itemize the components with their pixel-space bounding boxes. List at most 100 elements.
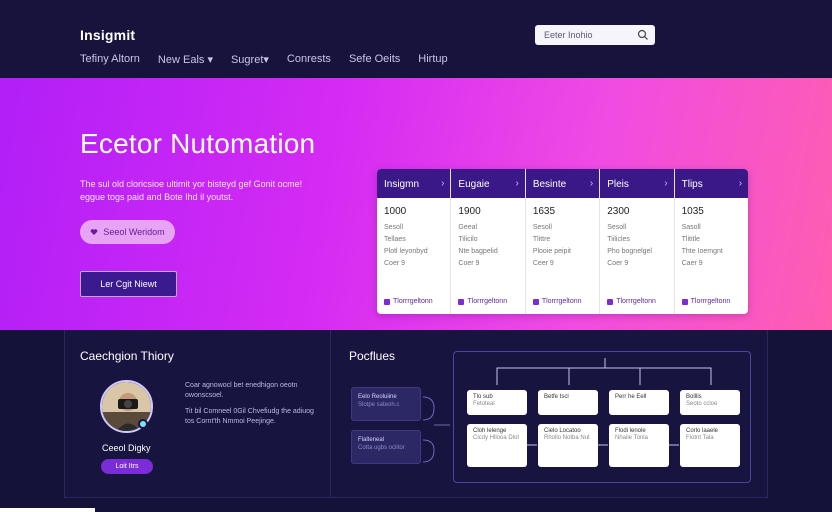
profile-button[interactable]: Loit Itrs <box>101 459 153 474</box>
pricing-column[interactable]: Eugaie › 1900 Geeal Tilicilo Nte bagpelid… <box>451 169 526 314</box>
tag-icon <box>458 298 465 305</box>
chevron-right-icon: › <box>664 178 668 189</box>
feature-line: Sesoll <box>532 224 552 231</box>
column-body: 1900 Geeal Tilicilo Nte bagpelid Coer 9 <box>451 198 524 280</box>
column-body: 1000 Sesoll Tellaes Plotl leyonbyd Coer … <box>377 198 450 280</box>
feature-line: Nte bagpelid <box>458 248 498 255</box>
search-input[interactable]: Eeter Inohio <box>535 25 655 45</box>
price: 1900 <box>458 206 481 217</box>
tag-icon <box>384 298 390 305</box>
step-title: Flodi lenole <box>615 428 646 434</box>
column-title: Tlips <box>681 179 703 190</box>
column-header[interactable]: Tlips › <box>674 169 748 198</box>
pipeline-source-node[interactable]: Eelo Reoluiine Slotpe sateoh.c <box>351 387 421 421</box>
step-sub: Fiotnt Tala <box>686 435 714 441</box>
column-title: Besinte <box>532 179 567 190</box>
column-header[interactable]: Pleis › <box>600 169 674 198</box>
footer-label: Tlorrrgeltonn <box>690 298 731 305</box>
testimonial-text-1: Coar agnowocl bet enedhigon oeotn owonsc… <box>185 382 298 399</box>
hero-subtitle: The sul old cloricsioe ultimit yor biste… <box>80 179 303 202</box>
step-title: Cielo Locatoo <box>544 428 581 434</box>
nav-item-1[interactable]: Tefiny Altorn <box>80 53 140 66</box>
pipeline-step[interactable]: Cielo Locatoo Rhollo Notba Nut <box>538 424 598 467</box>
feature-line: Geeal <box>458 224 478 231</box>
footer-label: Tlorrrgeltonn <box>541 298 582 305</box>
bottom-strip <box>0 508 95 512</box>
nav-item-2[interactable]: New Eals ▾ <box>158 53 213 66</box>
hero-section: Ecetor Nutomation The sul old cloricsioe… <box>0 78 832 330</box>
pipeline-step[interactable]: Bolllis Seoto ccloe <box>680 390 740 415</box>
column-title: Eugaie <box>458 179 490 190</box>
pipeline-step[interactable]: Perr he Eell <box>609 390 669 415</box>
node-title: Eelo Reoluiine <box>358 394 397 400</box>
pill-label: Seeol Weridom <box>103 227 165 237</box>
step-sub: Seoto ccloe <box>686 401 718 407</box>
pricing-column[interactable]: Besinte › 1635 Sesoll Tlittre Plooie peip… <box>525 169 601 314</box>
chevron-right-icon: › <box>441 178 445 189</box>
step-sub: Rhollo Notba Nut <box>544 435 590 441</box>
tag-icon <box>607 298 614 305</box>
price: 1635 <box>532 206 556 217</box>
pipeline-step[interactable]: Cloh lelenge Cicdy Hllooa Dlot <box>467 424 527 467</box>
step-title: Cloh lelenge <box>473 428 507 434</box>
nav-item-5[interactable]: Sefe Oeits <box>349 53 400 66</box>
step-title: Corlo laaele <box>686 428 719 434</box>
column-header[interactable]: Eugaie › <box>451 169 525 198</box>
top-bar: Insigmit Tefiny Altorn New Eals ▾ Sugret… <box>0 0 832 78</box>
footer-label: Tlorrrgeltonn <box>616 298 656 305</box>
node-sub: Cotta ugbs oclitor <box>358 445 405 451</box>
column-header[interactable]: Besinte › <box>525 169 600 198</box>
column-footer-link[interactable]: Tlorrrgeltonn <box>458 298 507 305</box>
step-title: Tlo sub <box>473 394 493 400</box>
price: 1000 <box>384 206 407 217</box>
footer-label: Tlorrrgeltonn <box>467 298 508 305</box>
chevron-right-icon: › <box>738 178 743 189</box>
hero-title: Ecetor Nutomation <box>80 128 316 159</box>
secondary-pill-button[interactable]: Seeol Weridom <box>80 220 175 244</box>
feature-line: Caer 9 <box>681 260 703 267</box>
column-footer-link[interactable]: Tlorrrgeltonn <box>607 298 656 305</box>
pipeline-source-node[interactable]: Flalteneal Cotta ugbs oclitor <box>351 430 421 464</box>
column-footer-link[interactable]: Tlorrrgeltonn <box>681 298 731 305</box>
step-title: Betfe tscl <box>544 394 569 400</box>
node-title: Flalteneal <box>358 437 385 443</box>
pipeline-step[interactable]: Corlo laaele Fiotnt Tala <box>680 424 740 467</box>
cta-button[interactable]: Ler Cgit Niewt <box>80 271 177 297</box>
column-footer-link[interactable]: Tlorrrgeltonn <box>384 298 433 305</box>
testimonial-title: Caechgion Thiory <box>80 349 174 363</box>
nav-item-4[interactable]: Conrests <box>287 53 331 66</box>
feature-line: Coer 9 <box>607 260 629 267</box>
feature-line: Tlittre <box>532 236 551 243</box>
pricing-column[interactable]: Tlips › 1035 Sasoll Tlititle Thte Ioemgnt… <box>674 169 748 314</box>
search-icon[interactable] <box>637 29 649 41</box>
person-name: Ceeol Digky <box>102 443 151 453</box>
column-header[interactable]: Insigmn › <box>377 169 451 198</box>
feature-line: Sesoll <box>384 224 404 231</box>
feature-line: Pho bognelgel <box>607 248 652 255</box>
main-nav: Tefiny Altorn New Eals ▾ Sugret▾ Conrest… <box>80 53 448 66</box>
nav-item-6[interactable]: Hirtup <box>418 53 447 66</box>
tag-icon <box>681 298 688 305</box>
chevron-right-icon: › <box>589 178 594 189</box>
step-sub: Nhaile Tonla <box>615 435 648 441</box>
panel-divider <box>330 330 331 498</box>
feature-line: Tilicilo <box>458 236 478 243</box>
feature-line: Tlititle <box>681 236 700 243</box>
feature-line: Tiilicles <box>607 236 630 243</box>
pricing-column[interactable]: Pleis › 2300 Sesoll Tiilicles Pho bognelg… <box>600 169 675 314</box>
app-logo[interactable]: Insigmit <box>80 27 135 43</box>
column-footer-link[interactable]: Tlorrrgeltonn <box>532 298 582 305</box>
column-body: 1035 Sasoll Tlititle Thte Ioemgnt Caer 9 <box>675 198 748 280</box>
column-body: 1635 Sesoll Tlittre Plooie peipit Ceer 9 <box>526 198 599 280</box>
feature-line: Tellaes <box>384 236 406 243</box>
pipeline-step[interactable]: Tlo sub Fetoteal <box>467 390 527 415</box>
pricing-column[interactable]: Insigmn › 1000 Sesoll Tellaes Plotl leyon… <box>377 169 452 314</box>
node-sub: Slotpe sateoh.c <box>358 402 400 408</box>
price: 2300 <box>607 206 630 217</box>
nav-item-3[interactable]: Sugret▾ <box>231 53 269 66</box>
column-title: Pleis <box>607 179 629 190</box>
feature-line: Ceer 9 <box>532 260 554 267</box>
pipeline-step[interactable]: Betfe tscl <box>538 390 598 415</box>
price: 1035 <box>681 206 704 217</box>
pipeline-step[interactable]: Flodi lenole Nhaile Tonla <box>609 424 669 467</box>
